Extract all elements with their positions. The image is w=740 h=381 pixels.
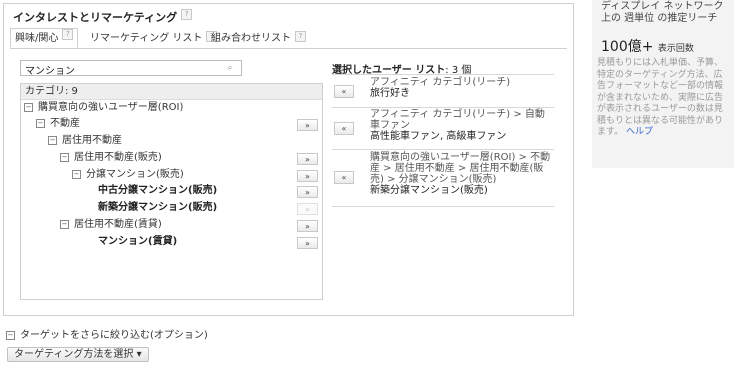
selected-item-path: 購買意向の強いユーザー層(ROI) > 不動産 > 居住用不動産 > 居住用不動… <box>370 152 551 185</box>
selected-item-name: 旅行好き <box>370 88 410 99</box>
help-icon[interactable]: ? <box>62 29 74 40</box>
tree-row-label: 不動産 <box>50 118 80 129</box>
collapse-icon[interactable]: − <box>24 102 33 112</box>
tree-row: − 居住用不動産(賃貸) <box>60 218 162 232</box>
search-input[interactable]: マンション <box>20 60 242 77</box>
selected-item-path: アフィニティ カテゴリ(リーチ) > 自動車ファン <box>370 109 545 131</box>
tree-row: − 購買意向の強いユーザー層(ROI) <box>24 101 183 115</box>
collapse-icon[interactable]: − <box>48 135 57 145</box>
add-button[interactable]: » <box>297 186 318 198</box>
estimate-disclaimer: 見積もりには入札単価、予算、特定のターゲティング方法、広告フォーマットなど一部の… <box>597 58 724 137</box>
collapse-icon[interactable]: − <box>6 330 15 340</box>
help-icon[interactable]: ? <box>181 9 193 20</box>
collapse-icon[interactable]: − <box>36 118 45 128</box>
help-link[interactable]: ヘルプ <box>626 127 653 137</box>
collapse-icon[interactable]: − <box>72 169 81 179</box>
tab-custom-combinations[interactable]: 組み合わせリスト? <box>211 31 306 47</box>
tree-row-label: 購買意向の強いユーザー層(ROI) <box>38 102 184 113</box>
tab-remarketing-lists[interactable]: リマーケティング リスト? <box>90 31 218 47</box>
tree-row-label: 中古分譲マンション(販売) <box>98 185 218 196</box>
selected-item: « アフィニティ カテゴリ(リーチ) 旅行好き <box>332 74 554 108</box>
add-button[interactable]: » <box>297 170 318 182</box>
tree-row: − 分譲マンション(販売) <box>72 168 184 182</box>
category-count-header: カテゴリ: 9 <box>21 84 322 100</box>
tree-row: 新築分譲マンション(販売) <box>98 201 217 215</box>
remove-button[interactable]: « <box>334 122 354 135</box>
selected-item-path: アフィニティ カテゴリ(リーチ) <box>370 77 511 88</box>
tree-row-label: 居住用不動産(販売) <box>74 152 162 163</box>
tree-row-label: マンション(賃貸) <box>98 236 178 247</box>
panel-title: インタレストとリマーケティング? <box>13 9 193 25</box>
collapse-icon[interactable]: − <box>60 219 69 229</box>
selected-item-name: 新築分譲マンション(販売) <box>370 185 488 196</box>
help-icon[interactable]: ? <box>295 31 306 42</box>
selected-item: « アフィニティ カテゴリ(リーチ) > 自動車ファン 高性能車ファン, 高級車… <box>332 107 554 150</box>
selected-item: « 購買意向の強いユーザー層(ROI) > 不動産 > 居住用不動産 > 居住用… <box>332 150 554 207</box>
search-icon[interactable]: ⌕ <box>225 63 235 73</box>
tree-row-label: 新築分譲マンション(販売) <box>98 202 218 213</box>
tree-row-label: 分譲マンション(販売) <box>86 169 184 180</box>
reach-sidebar: ディスプレイ ネットワーク上の 週単位 の推定リーチ 100億+ 表示回数 見積… <box>592 0 734 168</box>
add-button: » <box>297 203 318 215</box>
tree-row: − 不動産 <box>36 117 80 131</box>
tab-bar: 興味/関心? リマーケティング リスト? 組み合わせリスト? <box>10 28 567 49</box>
tree-row-label: 居住用不動産(賃貸) <box>74 219 162 230</box>
tree-row: − 居住用不動産 <box>48 134 122 148</box>
narrow-targeting-toggle[interactable]: − ターゲットをさらに絞り込む(オプション) <box>6 326 208 341</box>
interest-remarketing-panel: インタレストとリマーケティング? 興味/関心? リマーケティング リスト? 組み… <box>3 3 574 316</box>
tree-row-label: 居住用不動産 <box>62 135 122 146</box>
select-targeting-method-button[interactable]: ターゲティング方法を選択 ▾ <box>7 347 149 362</box>
selected-item-name: 高性能車ファン, 高級車ファン <box>370 131 507 142</box>
reach-estimate: 100億+ 表示回数 <box>601 39 694 55</box>
tree-row: − 居住用不動産(販売) <box>60 151 162 165</box>
tab-interests[interactable]: 興味/関心? <box>10 28 79 48</box>
add-button[interactable]: » <box>297 119 318 131</box>
add-button[interactable]: » <box>297 237 318 249</box>
add-button[interactable]: » <box>297 220 318 232</box>
reach-label: ディスプレイ ネットワーク上の 週単位 の推定リーチ <box>601 1 724 24</box>
collapse-icon[interactable]: − <box>60 152 69 162</box>
remove-button[interactable]: « <box>334 171 354 184</box>
add-button[interactable]: » <box>297 153 318 165</box>
tree-row: 中古分譲マンション(販売) <box>98 184 217 198</box>
chevron-down-icon: ▾ <box>136 349 142 360</box>
tree-row: マンション(賃貸) <box>98 235 177 249</box>
remove-button[interactable]: « <box>334 85 354 98</box>
